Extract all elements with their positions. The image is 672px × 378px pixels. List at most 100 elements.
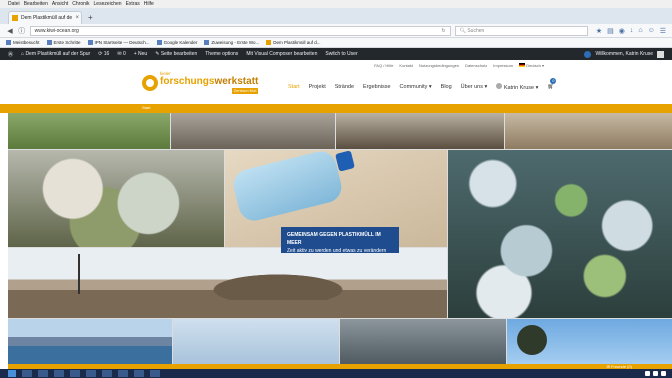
menu-ansicht[interactable]: Ansicht xyxy=(52,0,68,8)
search-input[interactable]: 🔍︎ Suchen xyxy=(454,25,588,36)
nav-community[interactable]: Community ▾ xyxy=(400,84,432,90)
avatar xyxy=(657,50,664,58)
wp-admin-bar: Ⓦ ⌂ Dem Plastikmüll auf der Spur ⟳ 16 ✉ … xyxy=(0,48,672,60)
breadcrumb[interactable]: Start xyxy=(142,105,150,110)
nav-ergebnisse[interactable]: Ergebnisse xyxy=(363,84,391,90)
site-logo[interactable]: kieler forschungswerkstatt Zentrum Kiel xyxy=(142,71,259,94)
admin-theme-options[interactable]: Theme options xyxy=(205,51,238,57)
nav-user[interactable]: Katrin Kruse ▾ xyxy=(496,83,538,91)
nav-ueber-uns[interactable]: Über uns ▾ xyxy=(461,84,488,90)
start-button[interactable] xyxy=(8,370,16,377)
admin-site-link[interactable]: ⌂ Dem Plastikmüll auf der Spur xyxy=(21,51,90,57)
os-taskbar xyxy=(0,369,672,378)
photo-pier xyxy=(336,113,504,149)
bookmark-icon xyxy=(204,40,210,45)
browser-tab[interactable]: Dem Plastikmüll auf der Sp... × xyxy=(8,11,82,24)
taskbar-app[interactable] xyxy=(22,370,32,377)
bottle-cap xyxy=(335,150,355,172)
menu-chronik[interactable]: Chronik xyxy=(72,0,89,8)
admin-greeting: Willkommen, Katrin Kruse xyxy=(595,51,653,57)
photo-grass-beach xyxy=(8,113,170,149)
pocket-icon[interactable]: ◉ xyxy=(619,27,625,35)
reading-list-icon[interactable]: ▤ xyxy=(607,27,614,35)
admin-new[interactable]: + Neu xyxy=(134,51,148,57)
hero-subtitle: Zeit aktiv zu werden und etwas zu veränd… xyxy=(287,248,387,254)
close-tab-icon[interactable]: × xyxy=(75,15,81,21)
nav-projekt[interactable]: Projekt xyxy=(309,84,326,90)
bookmark-icon xyxy=(266,40,272,45)
menu-bearbeiten[interactable]: Bearbeiten xyxy=(24,0,48,8)
system-tray[interactable] xyxy=(645,371,672,376)
logo-mark-icon xyxy=(142,74,158,91)
photo-tree-sky xyxy=(507,319,672,364)
photo-sand xyxy=(505,113,672,149)
bookmark-item[interactable]: Google Kalender xyxy=(156,40,197,45)
toplink-impressum[interactable]: Impressum xyxy=(493,63,513,68)
admin-edit-page[interactable]: ✎ Seite bearbeiten xyxy=(155,51,197,57)
photo-horizon xyxy=(173,319,339,364)
bottle-image xyxy=(230,150,345,224)
menu-hilfe[interactable]: Hilfe xyxy=(144,0,154,8)
taskbar-app[interactable] xyxy=(38,370,48,377)
taskbar-app[interactable] xyxy=(86,370,96,377)
cart-icon: 🛒︎ xyxy=(547,84,555,90)
photo-shore xyxy=(171,113,335,149)
tray-icon xyxy=(645,371,650,376)
menu-datei[interactable]: Datei xyxy=(8,0,20,8)
bookmarks-toolbar: Meistbesucht Erste Schritte IPN Startsei… xyxy=(0,38,672,48)
admin-switch-user[interactable]: Switch to User xyxy=(325,51,357,57)
top-links: FAQ / Hilfe Kontakt Nutzungsbedingungen … xyxy=(374,63,544,68)
info-icon[interactable]: ⓘ xyxy=(18,26,26,36)
bookmark-star-icon[interactable]: ★ xyxy=(596,27,602,35)
hero-caption: GEMEINSAM GEGEN PLASTIKMÜLL IM MEER Zeit… xyxy=(281,227,399,254)
admin-notice-icon xyxy=(584,50,592,58)
bookmark-item[interactable]: Dem Plastikmüll auf d... xyxy=(266,40,321,45)
photo-trash-pile xyxy=(8,150,224,247)
toplink-nutzung[interactable]: Nutzungsbedingungen xyxy=(419,63,459,68)
download-icon[interactable]: ↓ xyxy=(630,27,634,35)
nav-straende[interactable]: Strände xyxy=(335,84,354,90)
bookmark-item[interactable]: Zuweisung - Erste Wo... xyxy=(204,40,259,45)
toplink-kontakt[interactable]: Kontakt xyxy=(399,63,413,68)
url-bar[interactable]: www.kiwi-ocean.org ↻ xyxy=(29,25,451,36)
taskbar-app[interactable] xyxy=(150,370,160,377)
reload-icon[interactable]: ↻ xyxy=(441,28,449,34)
cart-badge: 0 xyxy=(550,78,557,84)
nav-blog[interactable]: Blog xyxy=(441,84,452,90)
user-icon xyxy=(496,83,503,89)
sync-icon[interactable]: ☺ xyxy=(648,27,655,35)
toplink-datenschutz[interactable]: Datenschutz xyxy=(465,63,487,68)
bookmark-item[interactable]: IPN Startseite — Deutsch... xyxy=(87,40,150,45)
tree-silhouette xyxy=(517,325,547,355)
logo-text: kieler forschungswerkstatt Zentrum Kiel xyxy=(160,71,259,94)
toplink-faq[interactable]: FAQ / Hilfe xyxy=(374,63,393,68)
logo-main: forschungswerkstatt xyxy=(160,75,259,87)
home-icon[interactable]: ⌂ xyxy=(638,27,642,35)
hamburger-menu-icon[interactable]: ☰ xyxy=(660,27,666,35)
wp-logo-icon[interactable]: Ⓦ xyxy=(8,51,13,58)
nav-start[interactable]: Start xyxy=(288,84,300,90)
back-icon[interactable]: ◀ xyxy=(6,27,14,35)
taskbar-app[interactable] xyxy=(134,370,144,377)
admin-composer[interactable]: Mit Visual Composer bearbeiten xyxy=(246,51,317,57)
admin-account[interactable]: Willkommen, Katrin Kruse xyxy=(584,50,672,58)
cart-button[interactable]: 🛒︎ 0 xyxy=(547,78,557,90)
search-icon: 🔍︎ xyxy=(459,27,466,34)
admin-updates[interactable]: ⟳ 16 xyxy=(98,51,109,57)
new-tab-button[interactable]: + xyxy=(82,13,93,24)
search-placeholder: Suchen xyxy=(467,27,485,34)
bookmark-icon xyxy=(87,40,93,45)
bookmark-item[interactable]: Meistbesucht xyxy=(6,40,40,45)
menu-extras[interactable]: Extras xyxy=(126,0,140,8)
bookmark-item[interactable]: Erste Schritte xyxy=(46,40,81,45)
admin-comments[interactable]: ✉ 0 xyxy=(117,51,125,57)
menu-lesezeichen[interactable]: Lesezeichen xyxy=(94,0,122,8)
taskbar-app[interactable] xyxy=(54,370,64,377)
bookmark-icon xyxy=(6,40,11,45)
tray-icon xyxy=(653,371,658,376)
taskbar-app[interactable] xyxy=(118,370,128,377)
browser-menubar: Datei Bearbeiten Ansicht Chronik Lesezei… xyxy=(0,0,672,8)
taskbar-app[interactable] xyxy=(102,370,112,377)
taskbar-app[interactable] xyxy=(70,370,80,377)
language-switcher[interactable]: Deutsch ▾ xyxy=(519,63,544,68)
